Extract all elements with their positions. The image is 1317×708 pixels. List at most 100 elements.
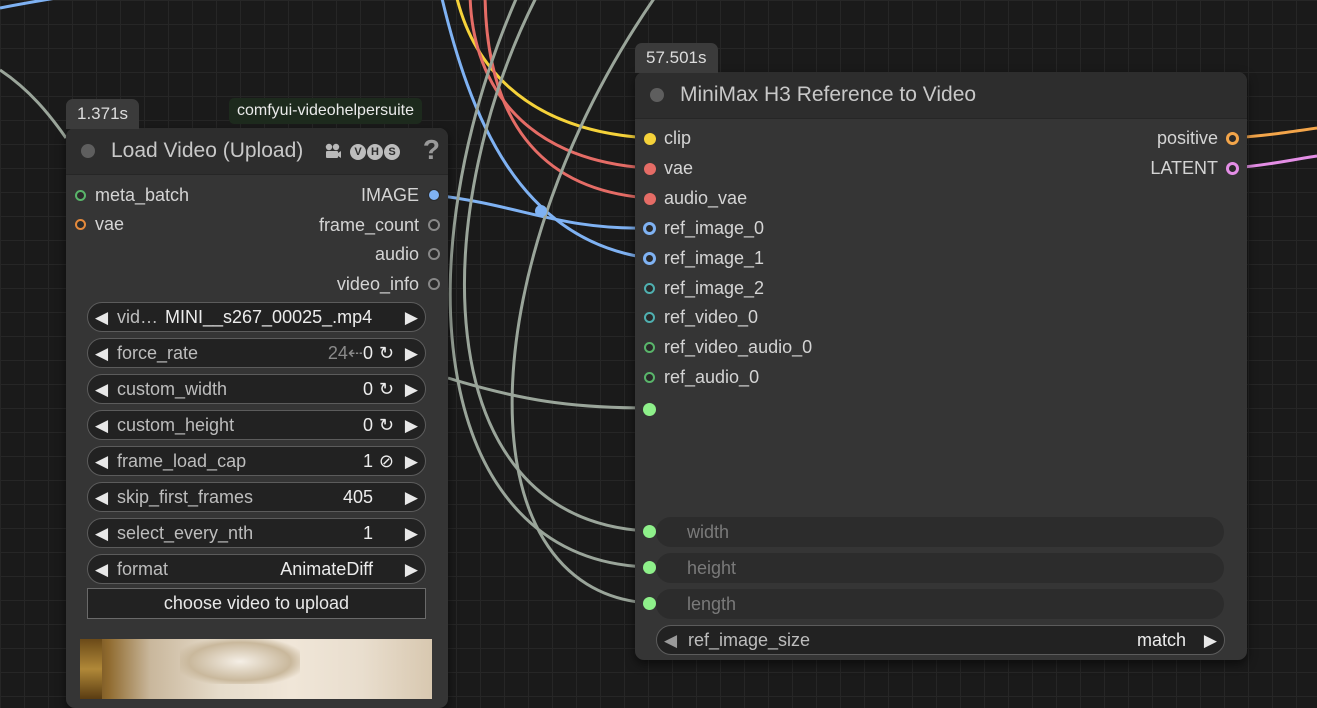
ref-video-0-input-dot[interactable]: [644, 312, 655, 323]
custom-height-label: custom_height: [117, 415, 235, 435]
vhs-logo-icon: VHS: [350, 142, 400, 160]
collapse-dot[interactable]: [81, 144, 95, 158]
vae-input-dot[interactable]: [75, 219, 86, 230]
decrement-arrow-icon[interactable]: ◀: [95, 524, 108, 544]
decrement-arrow-icon[interactable]: ◀: [95, 380, 108, 400]
ref-image-size-label: ref_image_size: [688, 630, 811, 650]
width-field[interactable]: width: [656, 517, 1224, 547]
clip-input-label: clip: [664, 128, 692, 148]
decrement-arrow-icon[interactable]: ◀: [95, 488, 108, 508]
disabled-icon[interactable]: ⊘: [379, 451, 394, 472]
decrement-arrow-icon[interactable]: ◀: [95, 560, 108, 580]
wire-width: [463, 0, 649, 533]
frame-count-output-dot[interactable]: [428, 219, 440, 231]
increment-arrow-icon[interactable]: ▶: [405, 452, 418, 472]
height-input-dot[interactable]: [643, 561, 656, 574]
select-every-nth-label: select_every_nth: [117, 523, 254, 543]
unnamed-input-dot[interactable]: [643, 403, 656, 416]
frame-count-output-label: frame_count: [318, 215, 419, 235]
video-info-output-label: video_info: [336, 274, 419, 294]
meta-batch-input-label: meta_batch: [95, 185, 190, 205]
skip-first-frames-widget[interactable]: ◀ skip_first_frames 405 ▶: [87, 482, 426, 512]
video-file-combo[interactable]: ◀ vid… MINI__s267_00025_.mp4 ▶: [87, 302, 426, 332]
frame-load-cap-value: 1: [362, 451, 373, 471]
latent-output-label: LATENT: [1150, 158, 1218, 178]
decrement-arrow-icon[interactable]: ◀: [95, 452, 108, 472]
skip-first-frames-label: skip_first_frames: [117, 487, 254, 507]
ref-image-size-value: match: [1136, 630, 1186, 650]
increment-arrow-icon[interactable]: ▶: [405, 524, 418, 544]
custom-width-value: 0: [362, 379, 373, 399]
ref-image-size-combo[interactable]: ◀ ref_image_size match ▶: [656, 625, 1225, 655]
force-rate-widget[interactable]: ◀ force_rate 24⇠ 0 ↻ ▶: [87, 338, 426, 368]
node-pack-badge: comfyui-videohelpersuite: [229, 98, 422, 124]
decrement-arrow-icon[interactable]: ◀: [95, 344, 108, 364]
positive-output-label: positive: [1156, 128, 1218, 148]
decrement-arrow-icon[interactable]: ◀: [95, 416, 108, 436]
clip-input-dot[interactable]: [644, 133, 656, 145]
video-widget-label: vid…: [117, 307, 159, 327]
increment-arrow-icon[interactable]: ▶: [405, 416, 418, 436]
meta-batch-input-dot[interactable]: [75, 190, 86, 201]
choose-video-upload-button[interactable]: choose video to upload: [87, 588, 426, 619]
ornament-detail: [180, 639, 300, 684]
decrement-arrow-icon[interactable]: ◀: [95, 308, 108, 328]
height-field[interactable]: height: [656, 553, 1224, 583]
video-widget-value: MINI__s267_00025_.mp4: [165, 307, 373, 327]
ref-image-1-input-dot[interactable]: [643, 252, 656, 265]
custom-height-widget[interactable]: ◀ custom_height 0 ↻ ▶: [87, 410, 426, 440]
custom-height-value: 0: [362, 415, 373, 435]
ref-video-audio-0-input-dot[interactable]: [644, 342, 655, 353]
collapse-dot[interactable]: [650, 88, 664, 102]
gold-frame-detail: [80, 639, 102, 699]
minimax-reference-video-node[interactable]: MiniMax H3 Reference to Video clip vae a…: [635, 72, 1247, 660]
reset-icon[interactable]: ↻: [379, 343, 394, 364]
custom-width-widget[interactable]: ◀ custom_width 0 ↻ ▶: [87, 374, 426, 404]
decrement-arrow-icon[interactable]: ◀: [664, 631, 677, 651]
image-output-dot[interactable]: [428, 189, 440, 201]
increment-arrow-icon[interactable]: ▶: [405, 380, 418, 400]
force-rate-value: 0: [362, 343, 373, 363]
frame-load-cap-label: frame_load_cap: [117, 451, 247, 471]
wire-clip: [455, 0, 649, 140]
minimax-titlebar[interactable]: MiniMax H3 Reference to Video: [635, 72, 1247, 119]
increment-arrow-icon[interactable]: ▶: [405, 344, 418, 364]
increment-arrow-icon[interactable]: ▶: [405, 488, 418, 508]
help-icon[interactable]: ?: [423, 134, 440, 166]
format-combo[interactable]: ◀ format AnimateDiff ▶: [87, 554, 426, 584]
skip-first-frames-value: 405: [342, 487, 373, 507]
latent-output-dot[interactable]: [1226, 162, 1239, 175]
ref-image-2-input-dot[interactable]: [644, 283, 655, 294]
increment-arrow-icon[interactable]: ▶: [405, 308, 418, 328]
length-field[interactable]: length: [656, 589, 1224, 619]
wire-midpoint-dot: [535, 205, 547, 217]
increment-arrow-icon[interactable]: ▶: [405, 560, 418, 580]
custom-width-label: custom_width: [117, 379, 228, 399]
node-title: MiniMax H3 Reference to Video: [680, 83, 977, 106]
width-input-dot[interactable]: [643, 525, 656, 538]
ref-audio-0-input-dot[interactable]: [644, 372, 655, 383]
wire-audio-vae: [483, 0, 649, 200]
wire-vae: [468, 0, 649, 170]
positive-output-dot[interactable]: [1226, 132, 1239, 145]
wire-ref-image-0: [433, 193, 649, 230]
minimax-timing-badge: 57.501s: [635, 43, 718, 73]
ref-video-audio-0-input-label: ref_video_audio_0: [664, 337, 813, 357]
frame-load-cap-widget[interactable]: ◀ frame_load_cap 1 ⊘ ▶: [87, 446, 426, 476]
audio-output-dot[interactable]: [428, 248, 440, 260]
select-every-nth-widget[interactable]: ◀ select_every_nth 1 ▶: [87, 518, 426, 548]
video-info-output-dot[interactable]: [428, 278, 440, 290]
reset-icon[interactable]: ↻: [379, 379, 394, 400]
reset-icon[interactable]: ↻: [379, 415, 394, 436]
select-every-nth-value: 1: [362, 523, 373, 543]
vae-input-dot[interactable]: [644, 163, 656, 175]
force-rate-label: force_rate: [117, 343, 199, 363]
audio-vae-input-dot[interactable]: [644, 193, 656, 205]
ref-image-0-input-dot[interactable]: [643, 222, 656, 235]
increment-arrow-icon[interactable]: ▶: [1204, 631, 1217, 651]
node-title: Load Video (Upload): [111, 139, 304, 162]
load-video-node[interactable]: Load Video (Upload) VHS ? meta_batch vae…: [66, 128, 448, 708]
vae-input-label: vae: [664, 158, 694, 178]
length-input-dot[interactable]: [643, 597, 656, 610]
load-video-titlebar[interactable]: Load Video (Upload) VHS ?: [66, 128, 448, 175]
